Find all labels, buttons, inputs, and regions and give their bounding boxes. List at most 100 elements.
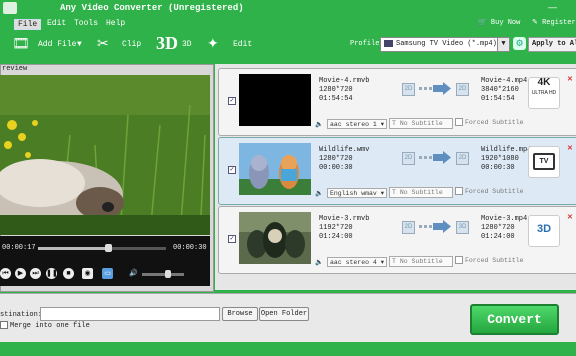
current-time: 00:00:17 (2, 244, 36, 252)
open-folder-button[interactable]: Open Folder (259, 307, 309, 321)
buy-now-link[interactable]: 🛒 Buy Now (478, 18, 520, 27)
convert-arrow-icon (419, 220, 451, 233)
format-label: TV (533, 153, 555, 170)
source-duration: 01:24:00 (319, 233, 353, 241)
browse-button[interactable]: Browse (222, 307, 258, 321)
format-label: 4K (537, 77, 551, 88)
menu-help[interactable]: Help (103, 19, 128, 28)
destination-input[interactable] (40, 307, 220, 321)
profile-value: Samsung TV Video (*.mp4) (396, 40, 497, 48)
video-thumbnail (239, 74, 311, 126)
source-resolution: 1280*720 (319, 155, 353, 163)
source-2d-badge: 2D (402, 83, 415, 96)
speaker-icon: 🔈 (315, 190, 324, 197)
subtitle-value: No Subtitle (399, 120, 443, 127)
window-title: Any Video Converter (Unregistered) (60, 3, 244, 13)
target-filename: Movie-3.mp4 (481, 215, 528, 223)
subtitle-select[interactable]: T No Subtitle (389, 256, 453, 267)
forced-subtitle-checkbox[interactable]: Forced Subtitle (455, 118, 524, 127)
remove-item-icon[interactable]: ✕ (567, 144, 575, 152)
edit-button[interactable]: Edit (233, 40, 252, 49)
audio-track-select[interactable]: 🔈 aac stereo 4 ▾ (315, 257, 387, 267)
thumbnail-image (239, 143, 311, 195)
item-checkbox[interactable]: ✓ (228, 97, 236, 105)
checkbox-box (0, 321, 8, 329)
checkbox-box (455, 118, 463, 127)
merge-checkbox[interactable]: Merge into one file (0, 321, 90, 330)
play-icon[interactable]: ▶ (15, 268, 26, 279)
volume-icon[interactable]: 🔊 (128, 268, 139, 279)
clip-button[interactable]: Clip (122, 40, 141, 49)
seek-progress (38, 247, 108, 250)
target-duration: 00:00:30 (481, 164, 515, 172)
item-checkbox[interactable]: ✓ (228, 235, 236, 243)
list-item[interactable]: ✓ Movie-4.rmvb 1280*720 01:54:54 2D 2D M… (218, 68, 576, 136)
preview-label: review (2, 65, 28, 73)
menu-file[interactable]: File (14, 19, 42, 30)
volume-slider[interactable] (142, 273, 184, 276)
clip-icon: ✂ (97, 35, 109, 51)
remove-item-icon[interactable]: ✕ (567, 75, 575, 83)
minimize-button[interactable]: — (548, 2, 557, 12)
menu-edit[interactable]: Edit (44, 19, 69, 28)
add-file-button[interactable]: Add File (38, 40, 76, 49)
subtitle-icon: T (392, 258, 396, 265)
snapshot-camera-icon[interactable]: ◉ (82, 268, 93, 279)
video-thumbnail (239, 212, 311, 264)
profile-select[interactable]: Samsung TV Video (*.mp4) ▼ (380, 37, 510, 52)
profile-label: Profile: (350, 40, 384, 48)
volume-handle[interactable] (165, 270, 171, 278)
destination-label: stination: (0, 311, 43, 319)
edit-wand-icon: ✦ (207, 35, 219, 51)
add-file-dropdown-icon[interactable]: ▼ (77, 40, 82, 49)
folder-icon[interactable]: ▭ (102, 268, 113, 279)
subtitle-select[interactable]: T No Subtitle (389, 118, 453, 129)
stop-icon[interactable]: ■ (63, 268, 74, 279)
source-filename: Wildlife.wmv (319, 146, 370, 154)
audio-track-value: aac stereo 1 (330, 121, 377, 128)
pause-icon[interactable]: ❚❚ (46, 268, 58, 279)
menu-tools[interactable]: Tools (71, 19, 101, 28)
audio-track-value: English wmav (330, 190, 377, 197)
list-item[interactable]: ✓ Movie-3.rmvb 1192*720 01:24:00 2D 3D M… (218, 206, 576, 274)
three-d-icon: 3D (156, 33, 178, 53)
speaker-icon: 🔈 (315, 259, 324, 266)
item-checkbox[interactable]: ✓ (228, 166, 236, 174)
subtitle-value: No Subtitle (399, 258, 443, 265)
forced-subtitle-label: Forced Subtitle (465, 257, 524, 264)
format-label: 3D (536, 223, 552, 235)
video-thumbnail (239, 143, 311, 195)
checkbox-box (455, 187, 463, 196)
tv-icon (384, 39, 393, 47)
buy-now-label: Buy Now (490, 19, 521, 27)
audio-track-select[interactable]: 🔈 English wmav ▾ (315, 188, 387, 198)
fast-forward-icon[interactable]: ⏭ (30, 268, 41, 279)
convert-button[interactable]: Convert (470, 304, 559, 335)
format-tv-icon[interactable]: TV (528, 146, 560, 178)
target-filename: Movie-4.mp4 (481, 77, 528, 85)
target-info: Wildlife.mp4 1920*1080 00:00:30 (481, 146, 531, 173)
format-3d-icon[interactable]: 3D (528, 215, 560, 247)
target-resolution: 3840*2160 (481, 86, 519, 94)
forced-subtitle-checkbox[interactable]: Forced Subtitle (455, 187, 524, 196)
three-d-button[interactable]: 3D (182, 40, 192, 49)
forced-subtitle-checkbox[interactable]: Forced Subtitle (455, 256, 524, 265)
preview-video (0, 75, 210, 235)
source-filename: Movie-3.rmvb (319, 215, 370, 223)
remove-item-icon[interactable]: ✕ (567, 213, 575, 221)
seek-handle[interactable] (105, 244, 112, 252)
register-link[interactable]: ✎ Register (532, 18, 576, 27)
source-resolution: 1280*720 (319, 86, 353, 94)
format-4k-icon[interactable]: 4K ULTRA HD (528, 77, 560, 109)
prev-frame-icon[interactable]: ⏮ (0, 268, 11, 279)
list-item[interactable]: ✓ Wildlife.wmv 1280*720 00:00:30 2D 2D W… (218, 137, 576, 205)
audio-track-select[interactable]: 🔈 aac stereo 1 ▾ (315, 119, 387, 129)
profile-settings-button[interactable]: ⚙ (513, 37, 526, 50)
target-duration: 01:24:00 (481, 233, 515, 241)
subtitle-select[interactable]: T No Subtitle (389, 187, 453, 198)
target-2d-badge: 2D (456, 152, 469, 165)
forced-subtitle-label: Forced Subtitle (465, 119, 524, 126)
source-info: Movie-4.rmvb 1280*720 01:54:54 (319, 77, 369, 104)
apply-to-all-button[interactable]: Apply to All (528, 37, 576, 52)
source-info: Movie-3.rmvb 1192*720 01:24:00 (319, 215, 369, 242)
